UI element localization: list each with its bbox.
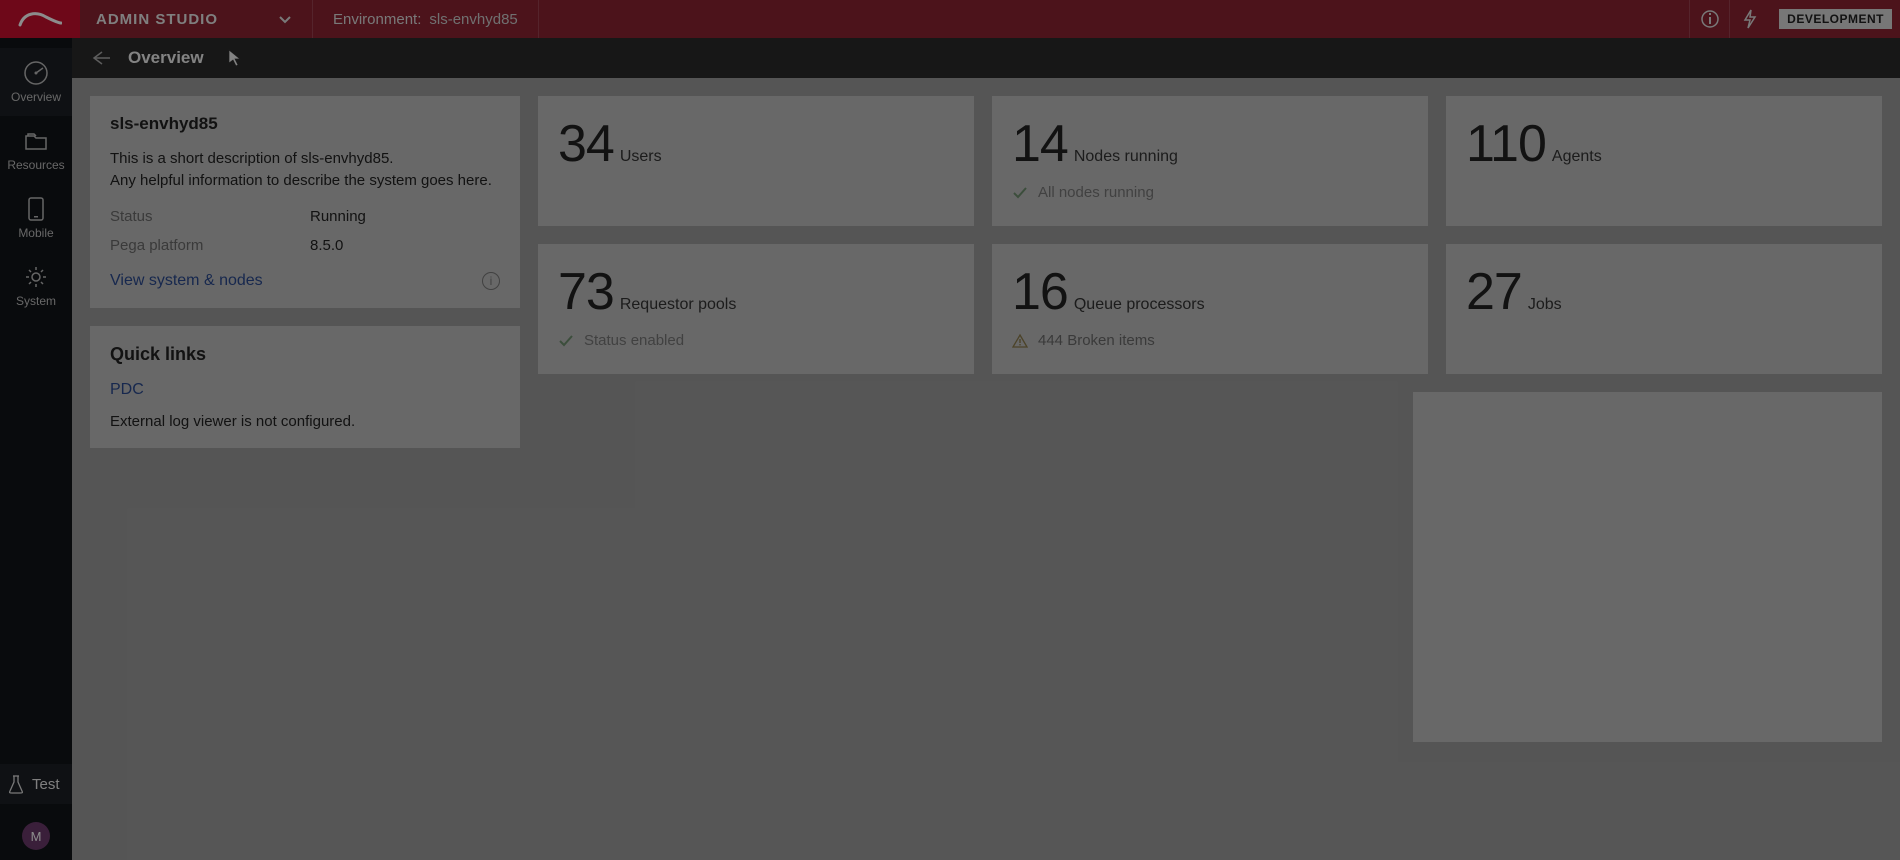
stat-label: Users bbox=[620, 148, 662, 166]
stat-label: Jobs bbox=[1528, 296, 1562, 314]
nav-item-mobile[interactable]: Mobile bbox=[0, 184, 72, 252]
gauge-icon bbox=[23, 60, 49, 86]
quick-links-title: Quick links bbox=[110, 344, 500, 365]
page-title: Overview bbox=[128, 48, 204, 68]
stat-card-requestor-pools[interactable]: 73 Requestor pools Status enabled bbox=[538, 244, 974, 374]
nav-label: Resources bbox=[7, 158, 64, 172]
subheader: Overview bbox=[72, 38, 1900, 78]
stat-card-nodes[interactable]: 14 Nodes running All nodes running bbox=[992, 96, 1428, 226]
stat-value: 27 bbox=[1466, 262, 1522, 322]
status-label: Status bbox=[110, 208, 310, 225]
info-button[interactable] bbox=[1689, 0, 1729, 38]
mobile-icon bbox=[27, 196, 45, 222]
stat-value: 110 bbox=[1466, 114, 1546, 174]
user-avatar[interactable]: M bbox=[22, 822, 50, 850]
view-system-link[interactable]: View system & nodes bbox=[110, 272, 263, 290]
chevron-down-icon bbox=[278, 12, 292, 26]
test-label: Test bbox=[32, 776, 60, 793]
stat-sub-text: Status enabled bbox=[584, 332, 684, 349]
check-icon bbox=[558, 333, 574, 349]
stat-value: 16 bbox=[1012, 262, 1068, 322]
lightning-button[interactable] bbox=[1729, 0, 1769, 38]
nav-label: System bbox=[16, 294, 56, 308]
status-row: Status Running bbox=[110, 208, 500, 225]
avatar-letter: M bbox=[31, 829, 42, 844]
pdc-link[interactable]: PDC bbox=[110, 381, 500, 399]
stat-value: 14 bbox=[1012, 114, 1068, 174]
nav-label: Mobile bbox=[18, 226, 53, 240]
test-button[interactable]: Test bbox=[0, 764, 72, 804]
check-icon bbox=[1012, 185, 1028, 201]
stat-card-queue-processors[interactable]: 16 Queue processors 444 Broken items bbox=[992, 244, 1428, 374]
lightning-icon bbox=[1742, 9, 1758, 29]
placeholder-card bbox=[1413, 392, 1882, 742]
info-icon bbox=[1700, 9, 1720, 29]
platform-label: Pega platform bbox=[110, 237, 310, 254]
env-badge: DEVELOPMENT bbox=[1779, 9, 1892, 29]
stat-label: Requestor pools bbox=[620, 296, 737, 314]
gear-icon bbox=[23, 264, 49, 290]
stat-label: Nodes running bbox=[1074, 148, 1178, 166]
environment-label: Environment: bbox=[333, 11, 421, 28]
card-info-button[interactable]: i bbox=[482, 272, 500, 290]
brand-logo bbox=[0, 0, 80, 38]
stat-sub: 444 Broken items bbox=[1012, 332, 1408, 349]
pega-logo-icon bbox=[18, 9, 62, 29]
topbar: ADMIN STUDIO Environment: sls-envhyd85 D… bbox=[0, 0, 1900, 38]
stat-sub: All nodes running bbox=[1012, 184, 1408, 201]
stat-value: 73 bbox=[558, 262, 614, 322]
nav-label: Overview bbox=[11, 90, 61, 104]
stat-card-agents[interactable]: 110 Agents bbox=[1446, 96, 1882, 226]
stat-label: Queue processors bbox=[1074, 296, 1205, 314]
platform-row: Pega platform 8.5.0 bbox=[110, 237, 500, 254]
topbar-right: DEVELOPMENT bbox=[1689, 0, 1900, 38]
environment-block: Environment: sls-envhyd85 bbox=[313, 0, 539, 38]
system-description: This is a short description of sls-envhy… bbox=[110, 148, 500, 192]
stat-sub-text: 444 Broken items bbox=[1038, 332, 1155, 349]
stat-label: Agents bbox=[1552, 148, 1602, 166]
stat-card-jobs[interactable]: 27 Jobs bbox=[1446, 244, 1882, 374]
stat-value: 34 bbox=[558, 114, 614, 174]
studio-switcher[interactable]: ADMIN STUDIO bbox=[80, 0, 313, 38]
quick-links-card: Quick links PDC External log viewer is n… bbox=[90, 326, 520, 448]
studio-name: ADMIN STUDIO bbox=[96, 11, 218, 28]
stat-sub: Status enabled bbox=[558, 332, 954, 349]
stat-card-users[interactable]: 34 Users bbox=[538, 96, 974, 226]
nav-item-resources[interactable]: Resources bbox=[0, 116, 72, 184]
folder-icon bbox=[23, 128, 49, 154]
platform-value: 8.5.0 bbox=[310, 237, 343, 254]
cursor-icon bbox=[228, 49, 242, 67]
status-value: Running bbox=[310, 208, 366, 225]
nav-item-system[interactable]: System bbox=[0, 252, 72, 320]
environment-name: sls-envhyd85 bbox=[429, 11, 517, 28]
system-info-card: sls-envhyd85 This is a short description… bbox=[90, 96, 520, 308]
back-button[interactable] bbox=[90, 50, 110, 66]
arrow-left-icon bbox=[90, 50, 110, 66]
system-title: sls-envhyd85 bbox=[110, 114, 500, 134]
log-viewer-note: External log viewer is not configured. bbox=[110, 413, 500, 430]
nav-item-overview[interactable]: Overview bbox=[0, 48, 72, 116]
flask-icon bbox=[8, 774, 24, 794]
warning-icon bbox=[1012, 333, 1028, 349]
content-area: Overview sls-envhyd85 This is a short de… bbox=[72, 38, 1900, 860]
left-nav: Overview Resources Mobile System Test M bbox=[0, 38, 72, 860]
stat-sub-text: All nodes running bbox=[1038, 184, 1154, 201]
